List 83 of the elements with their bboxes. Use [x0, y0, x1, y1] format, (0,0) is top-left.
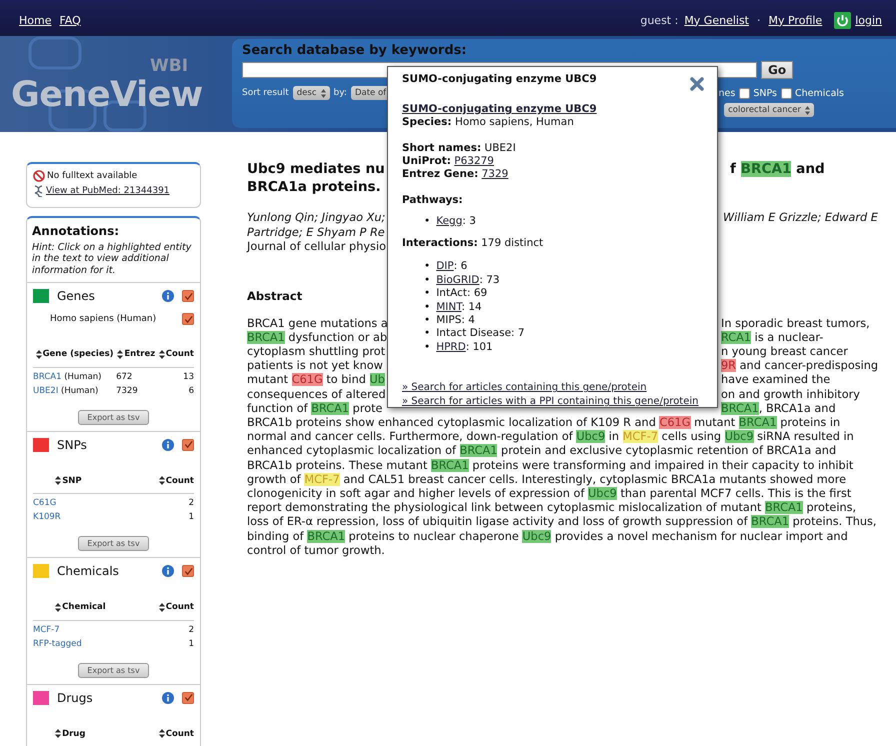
bullet: •	[424, 260, 430, 274]
species-label: Homo sapiens (Human)	[50, 314, 156, 324]
species-note: (Human)	[64, 372, 102, 382]
logo-subtitle: WBI	[150, 56, 188, 76]
species-note: (Human)	[61, 386, 98, 396]
table-cell: 1	[188, 512, 194, 522]
logo-text: GeneView	[11, 75, 203, 115]
table-cell: 6	[188, 386, 194, 396]
filter-label: SNPs	[753, 88, 777, 98]
bullet: •	[424, 215, 430, 228]
source-count: HPRD: 101	[436, 340, 493, 354]
table-cell: 7329	[116, 386, 138, 396]
info-field: UniProt: P63279	[402, 155, 703, 168]
author-list: William E Grizzle; Edward E	[723, 211, 878, 226]
user-label: guest :	[640, 14, 678, 26]
abstract-text: RCA1 is a nuclear-	[721, 330, 824, 345]
article-title: f BRCA1 and	[730, 160, 825, 178]
author-list: Partridge; E Shyam P Re	[247, 226, 385, 240]
bullet: •	[424, 340, 430, 354]
hint-text: Hint: Click on a highlighted entity in the text to view additional information for it.	[27, 242, 200, 284]
category-name: Genes	[57, 289, 96, 304]
filter-label: Chemicals	[794, 88, 844, 98]
by-label: by:	[334, 88, 347, 98]
sort-label: Sort result	[242, 88, 289, 98]
bullet: •	[424, 314, 430, 328]
category-name: Chemicals	[57, 564, 120, 578]
abstract-text: have examined the	[721, 373, 830, 388]
section-heading: Pathways:	[402, 194, 464, 207]
abstract-text: BRCA1b proteins show enhanced cytoplasmic localization of K109 R and C61G mutant BRCA1 proteins in	[247, 416, 840, 430]
journal-name: Journal of cellular physio	[247, 240, 386, 254]
interactions-summary: Interactions: 179 distinct	[402, 237, 544, 250]
fulltext-notice: No fulltext available	[47, 171, 138, 181]
bullet: •	[424, 274, 430, 288]
table-cell: 672	[116, 372, 132, 382]
abstract-text: cytoplasm shuttling prot	[247, 344, 386, 360]
abstract-text: function of BRCA1 prote	[247, 402, 383, 416]
abstract-text: on and growth inhibitory	[721, 388, 860, 402]
bullet: •	[424, 287, 430, 301]
table-cell: 1	[188, 638, 194, 649]
abstract-text: growth of MCF-7 and CAL51 breast cancer cells. Interestingly, cytoplasmic BRCA1a mutants showed more	[247, 472, 846, 487]
info-field: Short names: UBE2I	[402, 142, 703, 155]
abstract-text: BRCA1 gene mutations a	[247, 316, 388, 331]
abstract-text: loss of ER-α repression, loss of ubiquitin ligase activity and loss of growth suppression of BRCA1 proteins. Thus,	[247, 515, 877, 530]
source-count: Kegg: 3	[436, 215, 476, 228]
table-cell: 2	[188, 624, 194, 635]
abstract-text: mutant C61G to bind Ub	[247, 373, 385, 388]
source-count: MIPS: 4	[436, 314, 475, 328]
abstract-text: binding of BRCA1 proteins to nuclear chaperone Ubc9 provides a novel mechanism for nuclear import and	[247, 530, 848, 544]
info-field: Species: Homo sapiens, Human	[402, 116, 703, 129]
source-count: BioGRID: 73	[436, 274, 500, 288]
abstract-text: patients is not yet know	[247, 359, 383, 374]
table-cell: 13	[183, 372, 194, 382]
author-list: Yunlong Qin; Jingyao Xu;	[247, 211, 386, 226]
abstract-heading: Abstract	[247, 288, 302, 302]
abstract-text: BRCA1, BRCA1a and	[721, 402, 836, 416]
abstract-text: control of tumor growth.	[247, 544, 385, 558]
abstract-text: BRCA1 dysfunction or ab	[247, 330, 388, 345]
source-count: MINT: 14	[436, 300, 482, 314]
article-title: BRCA1a proteins.	[247, 178, 381, 196]
separator: ·	[757, 14, 760, 26]
article-title: Ubc9 mediates nu	[247, 160, 385, 178]
info-field: Entrez Gene: 7329	[402, 168, 703, 181]
abstract-text: BRCA1b proteins. These mutant BRCA1 proteins were transforming and impaired in their capacity to inhibit	[247, 458, 854, 473]
abstract-text: report demonstrating the physiological link between cytoplasmic mislocalization of mutant BRCA1 proteins,	[247, 501, 856, 516]
category-name: Drugs	[57, 690, 94, 705]
source-count: DIP: 6	[436, 260, 468, 274]
popup-title: SUMO-conjugating enzyme UBC9	[402, 73, 597, 85]
abstract-text: clonogenicity in soft agar and higher levels of expression of Ubc9 than parental MCF7 cells. This is the first	[247, 486, 852, 502]
category-name: SNPs	[57, 438, 88, 452]
bullet: •	[424, 327, 430, 341]
abstract-text: 9R and cancer-predisposing	[721, 359, 878, 374]
abstract-text: n young breast cancer	[721, 344, 848, 360]
abstract-text: enhanced cytoplasmic localization of BRCA1 protein and exclusive cytoplasmic retention of BRCA1a and	[247, 444, 836, 459]
filter-label: nes	[718, 88, 736, 98]
abstract-text: In sporadic breast tumors,	[721, 316, 870, 331]
abstract-text: normal and cancer cells. Furthermore, down-regulation of Ubc9 in MCF-7 cells using Ubc9 siRNA resulted in	[247, 430, 854, 444]
source-count: IntAct: 69	[436, 287, 488, 301]
search-heading: Search database by keywords:	[242, 43, 468, 58]
table-cell: 2	[188, 498, 194, 508]
bullet: •	[424, 300, 430, 314]
source-count: Intact Disease: 7	[436, 327, 525, 341]
annotations-heading: Annotations:	[31, 223, 120, 240]
abstract-text: consequences of altered	[247, 388, 386, 402]
